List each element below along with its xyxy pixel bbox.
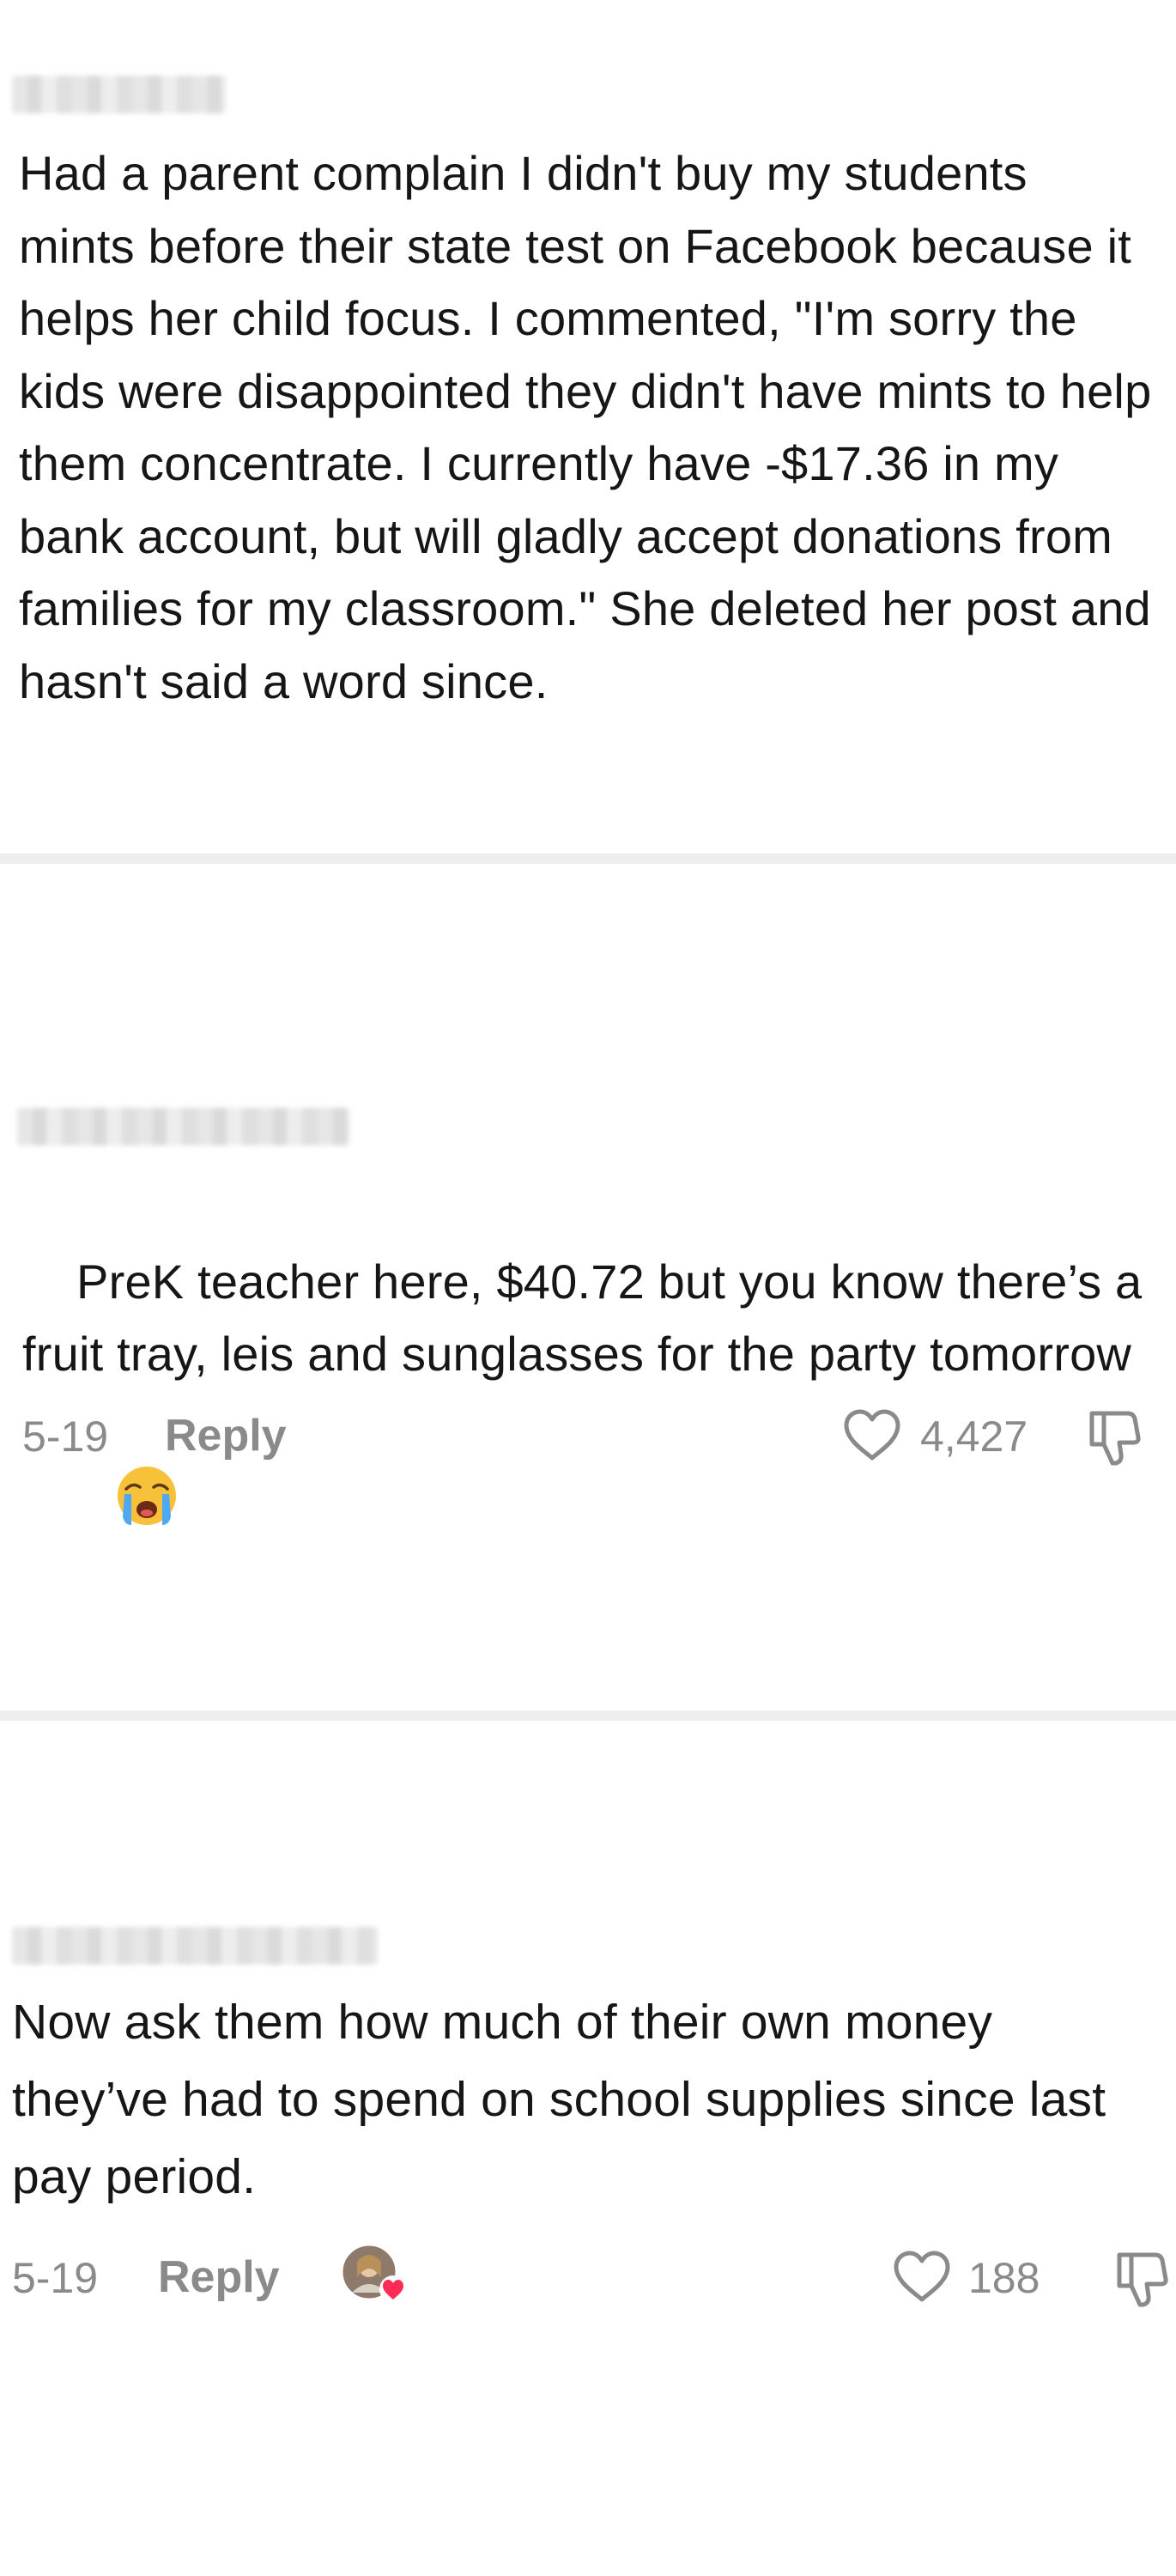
comment-2: PreK teacher here, $40.72 but you know t… [0,864,1176,1710]
heart-outline-icon[interactable] [841,1408,903,1467]
thumbs-down-icon[interactable] [1083,1406,1145,1473]
username-blurred[interactable] [17,1108,350,1145]
like-count: 188 [968,2254,1040,2302]
like-count: 4,427 [920,1413,1028,1461]
username-blurred[interactable] [12,76,227,113]
thumbs-down-icon[interactable] [1111,2248,1173,2314]
creator-liked-avatar [340,2243,407,2303]
reply-button[interactable]: Reply [158,2251,280,2303]
section-divider [0,854,1176,864]
section-divider [0,1710,1176,1721]
comment-text: Had a parent complain I didn't buy my st… [19,146,1166,708]
username-blurred[interactable] [12,1927,378,1965]
comment-date: 5-19 [12,2254,99,2302]
comment-body: PreK teacher here, $40.72 but you know t… [22,1254,1156,1382]
comment-text: Now ask them how much of their own money… [12,1995,1120,2204]
comment-date: 5-19 [22,1413,109,1461]
creator-heart-icon [379,2275,407,2303]
reply-button[interactable]: Reply [165,1410,287,1461]
comment-1: Had a parent complain I didn't buy my st… [0,0,1176,854]
heart-outline-icon[interactable] [891,2250,953,2309]
comment-3: Now ask them how much of their own money… [0,1721,1176,2576]
